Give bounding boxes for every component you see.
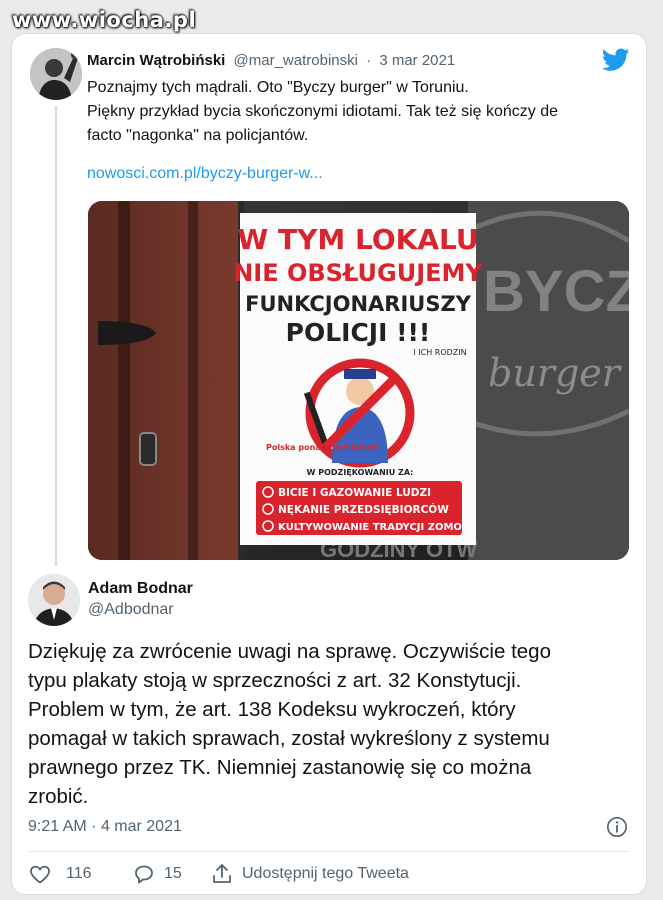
separator-dot: · bbox=[366, 52, 372, 69]
heart-icon bbox=[30, 865, 50, 884]
poster-line-2: NIE OBSŁUGUJEMY bbox=[233, 259, 483, 287]
tweet-date: 4 mar 2021 bbox=[100, 818, 182, 835]
reply-count: 15 bbox=[164, 865, 182, 882]
quoted-tweet[interactable]: Marcin Wątrobiński @mar_watrobinski · 3 … bbox=[12, 34, 646, 566]
poster-line-1: W TYM LOKALU bbox=[237, 223, 478, 256]
divider bbox=[28, 851, 630, 852]
like-button[interactable]: 116 bbox=[28, 862, 92, 886]
tweet-photo[interactable]: BYCZ burger GODZINY OTW W TYM LOKALU NIE… bbox=[88, 201, 629, 560]
main-tweet-text: Dziękuję za zwrócenie uwagi na sprawę. O… bbox=[28, 637, 633, 811]
quoted-date[interactable]: 3 mar 2021 bbox=[379, 52, 455, 69]
window-text-burger: burger bbox=[488, 351, 623, 395]
tweet-timestamp[interactable]: 9:21 AM · 4 mar 2021 bbox=[28, 818, 182, 836]
poster-line-5: I ICH RODZIN bbox=[413, 348, 466, 357]
quoted-tweet-text: Poznajmy tych mądrali. Oto "Byczy burger… bbox=[87, 76, 617, 148]
poster-reason-2: NĘKANIE PRZEDSIĘBIORCÓW bbox=[278, 503, 449, 516]
poster-line-4: POLICJI !!! bbox=[286, 318, 431, 347]
main-author-handle[interactable]: @Adbodnar bbox=[88, 601, 174, 619]
poster-thanks: W PODZIĘKOWANIU ZA: bbox=[307, 468, 414, 477]
like-count: 116 bbox=[66, 865, 92, 882]
site-watermark: www.wiocha.pl bbox=[12, 8, 197, 32]
info-icon[interactable] bbox=[606, 816, 628, 838]
article-link[interactable]: nowosci.com.pl/byczy-burger-w... bbox=[87, 165, 323, 183]
quoted-text-line: Poznajmy tych mądrali. Oto "Byczy burger… bbox=[87, 79, 469, 96]
quoted-header: Marcin Wątrobiński @mar_watrobinski · 3 … bbox=[87, 52, 455, 69]
main-text-line: pomagał w takich sprawach, został wykreś… bbox=[28, 727, 550, 750]
tweet-card: Marcin Wątrobiński @mar_watrobinski · 3 … bbox=[11, 33, 647, 895]
quoted-author-handle[interactable]: @mar_watrobinski bbox=[234, 52, 358, 69]
main-text-line: Dziękuję za zwrócenie uwagi na sprawę. O… bbox=[28, 640, 551, 663]
poster-reason-1: BICIE I GAZOWANIE LUDZI bbox=[278, 487, 431, 499]
main-text-line: zrobić. bbox=[28, 785, 89, 808]
share-icon bbox=[213, 864, 231, 883]
twitter-logo-icon[interactable] bbox=[602, 48, 630, 72]
poster-reason-3: KULTYWOWANIE TRADYCJI ZOMO bbox=[278, 522, 462, 533]
quoted-author-name[interactable]: Marcin Wątrobiński bbox=[87, 52, 225, 69]
share-button[interactable]: Udostępnij tego Tweeta bbox=[210, 862, 409, 886]
reply-button[interactable]: 15 bbox=[132, 862, 182, 886]
poster-line-3: FUNKCJONARIUSZY bbox=[245, 292, 472, 316]
separator-dot: · bbox=[91, 818, 97, 835]
main-author-avatar[interactable] bbox=[28, 574, 80, 626]
main-text-line: prawnego przez TK. Niemniej zastanowię s… bbox=[28, 756, 532, 779]
quoted-author-avatar[interactable] bbox=[30, 48, 82, 100]
quoted-text-line: Piękny przykład bycia skończonymi idiota… bbox=[87, 103, 559, 120]
quoted-text-line: facto "nagonka" na policjantów. bbox=[87, 127, 309, 144]
main-author-name[interactable]: Adam Bodnar bbox=[88, 580, 193, 598]
tweet-time: 9:21 AM bbox=[28, 818, 87, 835]
tweet-actions: 116 15 Udostępnij tego Tweeta bbox=[28, 862, 628, 890]
share-label: Udostępnij tego Tweeta bbox=[242, 865, 409, 882]
main-text-line: typu plakaty stoją w sprzeczności z art.… bbox=[28, 669, 522, 692]
poster-logo: Polska ponad podziałami bbox=[266, 443, 379, 452]
thread-line bbox=[55, 106, 57, 566]
window-text-byczy: BYCZ bbox=[483, 259, 629, 324]
main-text-line: Problem w tym, że art. 138 Kodeksu wykro… bbox=[28, 698, 516, 721]
reply-icon bbox=[135, 865, 153, 884]
